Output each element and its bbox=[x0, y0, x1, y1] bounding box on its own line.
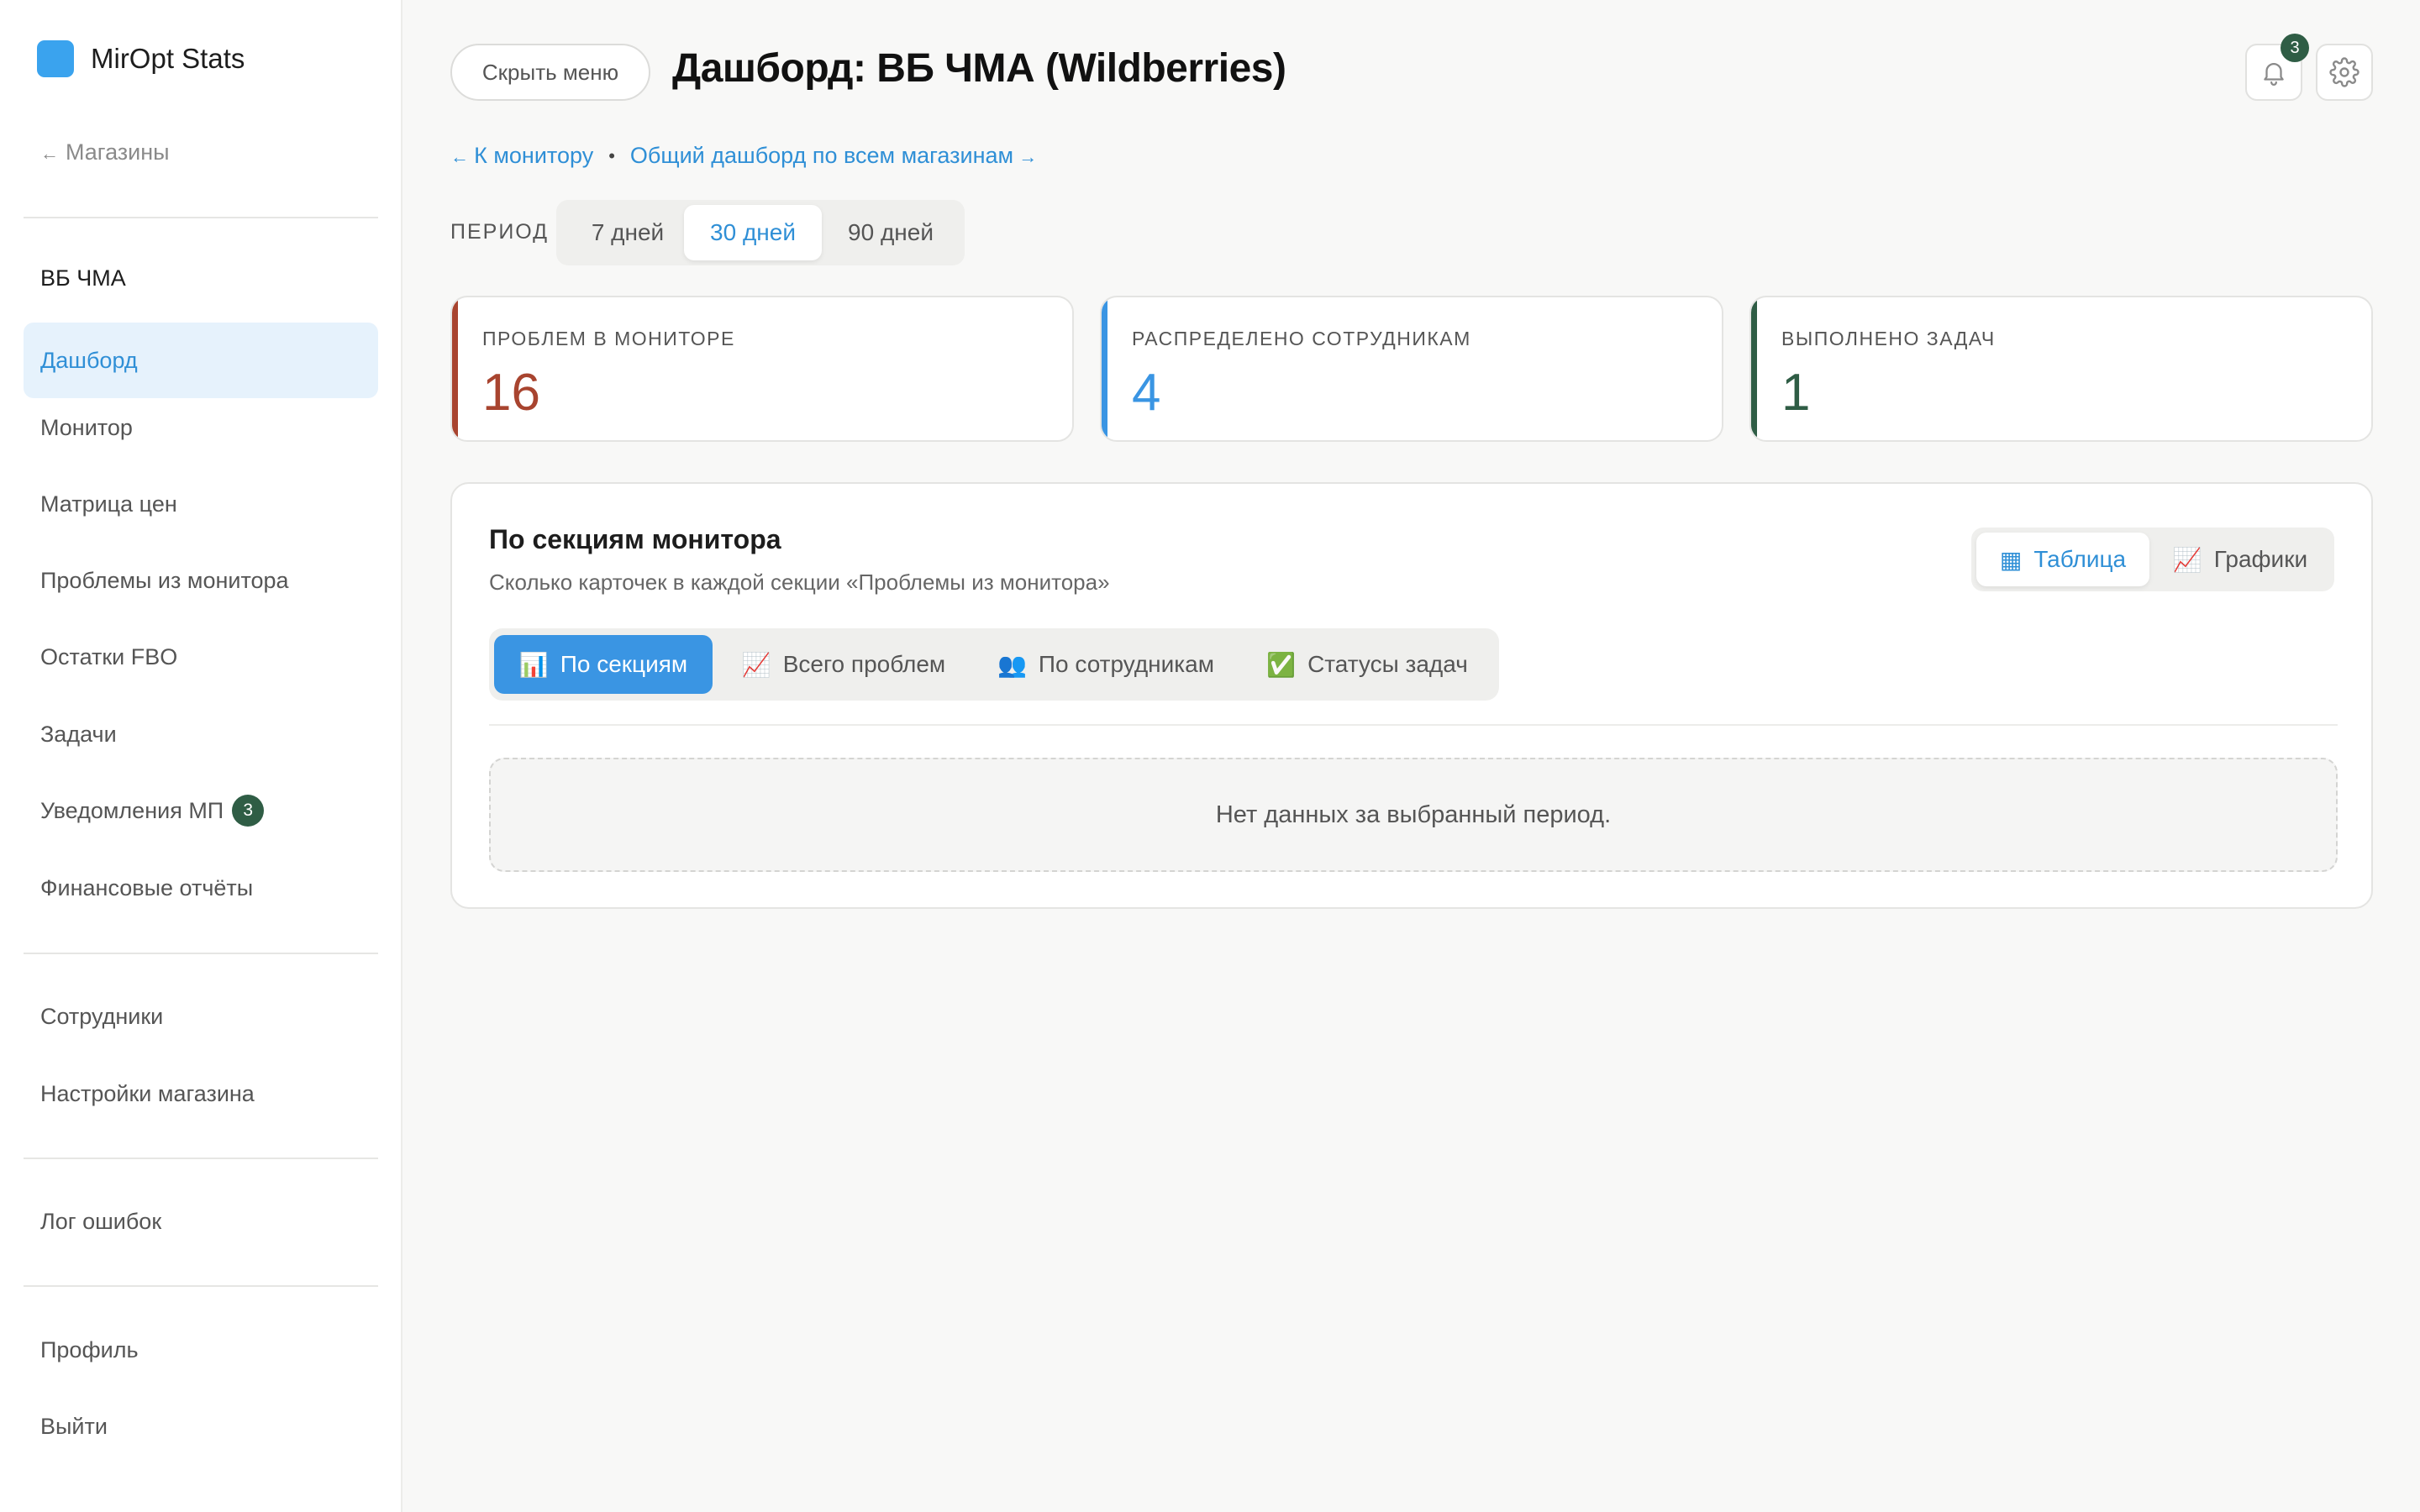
stat-value: 4 bbox=[1132, 364, 1161, 422]
settings-button[interactable] bbox=[2316, 44, 2373, 101]
sidebar-divider bbox=[24, 953, 378, 954]
sidebar-item-label: Выйти bbox=[40, 1413, 108, 1439]
period-option-30[interactable]: 30 дней bbox=[684, 205, 822, 260]
period-selector: 7 дней 30 дней 90 дней bbox=[556, 200, 965, 265]
brand-name: MirOpt Stats bbox=[91, 43, 245, 74]
stat-accent-bar bbox=[1102, 297, 1107, 440]
panel-title: По секциям монитора bbox=[489, 524, 781, 554]
view-option-label: Таблица bbox=[2033, 546, 2127, 572]
stat-label: ВЫПОЛНЕНО ЗАДАЧ bbox=[1781, 328, 1996, 349]
app: MirOpt Stats ← Магазины ВБ ЧМА Дашборд Мо… bbox=[0, 0, 2420, 1512]
table-icon: ▦ bbox=[1999, 546, 2023, 573]
panel-tabs: 📊 По секциям 📈 Всего проблем 👥 По сотруд… bbox=[489, 628, 1499, 701]
to-monitor-label: К монитору bbox=[474, 143, 594, 168]
check-mark-icon: ✅ bbox=[1266, 651, 1297, 678]
back-to-stores-link[interactable]: ← Магазины bbox=[40, 139, 170, 165]
sidebar-item-label: Дашборд bbox=[40, 347, 138, 373]
tab-label: По сотрудникам bbox=[1038, 651, 1214, 677]
store-name: ВБ ЧМА bbox=[40, 265, 126, 291]
view-toggle: ▦ Таблица 📈 Графики bbox=[1971, 528, 2334, 591]
tab-by-sections[interactable]: 📊 По секциям bbox=[494, 635, 713, 694]
sidebar-item-profile[interactable]: Профиль bbox=[24, 1312, 378, 1388]
tab-task-statuses[interactable]: ✅ Статусы задач bbox=[1242, 635, 1492, 694]
sidebar-item-price-matrix[interactable]: Матрица цен bbox=[24, 466, 378, 542]
sidebar-item-label: Проблемы из монитора bbox=[40, 567, 289, 593]
stat-accent-bar bbox=[452, 297, 458, 440]
brand[interactable]: MirOpt Stats bbox=[37, 40, 245, 77]
sidebar-item-dashboard[interactable]: Дашборд bbox=[24, 323, 378, 398]
overall-dashboard-label: Общий дашборд по всем магазинам bbox=[629, 143, 1014, 168]
sidebar-divider bbox=[24, 1285, 378, 1287]
breadcrumb-links: ← К монитору • Общий дашборд по всем маг… bbox=[450, 143, 1037, 169]
hide-menu-button[interactable]: Скрыть меню bbox=[450, 44, 650, 101]
sidebar-item-label: Задачи bbox=[40, 721, 117, 747]
stat-value: 1 bbox=[1781, 364, 1811, 422]
bar-chart-icon: 📊 bbox=[518, 651, 549, 678]
separator-dot: • bbox=[608, 144, 615, 166]
sidebar-item-label: Настройки магазина bbox=[40, 1080, 255, 1106]
period-option-7[interactable]: 7 дней bbox=[565, 205, 691, 260]
bell-icon bbox=[2264, 63, 2284, 86]
empty-state: Нет данных за выбранный период. bbox=[489, 758, 2338, 872]
stat-card-monitor-problems: ПРОБЛЕМ В МОНИТОРЕ 16 bbox=[450, 296, 1074, 442]
view-option-label: Графики bbox=[2213, 546, 2308, 572]
brand-logo bbox=[37, 40, 74, 77]
chart-increasing-icon: 📈 bbox=[741, 651, 771, 678]
page-title: Дашборд: ВБ ЧМА (Wildberries) bbox=[672, 46, 1286, 91]
arrow-left-icon: ← bbox=[450, 146, 475, 167]
gear-icon bbox=[2329, 57, 2360, 87]
monitor-sections-panel: По секциям монитора Сколько карточек в к… bbox=[450, 482, 2373, 909]
arrow-left-icon: ← bbox=[40, 143, 59, 164]
tab-label: Всего проблем bbox=[782, 651, 946, 677]
stat-label: ПРОБЛЕМ В МОНИТОРЕ bbox=[482, 328, 735, 349]
sidebar-item-label: Уведомления МП bbox=[40, 797, 224, 823]
sidebar-item-logout[interactable]: Выйти bbox=[24, 1389, 378, 1464]
stat-label: РАСПРЕДЕЛЕНО СОТРУДНИКАМ bbox=[1132, 328, 1471, 349]
people-icon: 👥 bbox=[997, 651, 1027, 678]
period-label: ПЕРИОД bbox=[450, 220, 550, 244]
sidebar-item-label: Матрица цен bbox=[40, 491, 177, 517]
overall-dashboard-link[interactable]: Общий дашборд по всем магазинам → bbox=[630, 143, 1037, 169]
period-option-90[interactable]: 90 дней bbox=[823, 205, 958, 260]
sidebar-item-error-log[interactable]: Лог ошибок bbox=[24, 1184, 378, 1259]
sidebar-item-label: Профиль bbox=[40, 1336, 139, 1362]
to-monitor-link[interactable]: ← К монитору bbox=[450, 143, 593, 169]
sidebar-divider bbox=[24, 1158, 378, 1159]
tab-label: Статусы задач bbox=[1307, 651, 1468, 677]
sidebar-item-store-settings[interactable]: Настройки магазина bbox=[24, 1056, 378, 1131]
stat-card-assigned: РАСПРЕДЕЛЕНО СОТРУДНИКАМ 4 bbox=[1100, 296, 1723, 442]
sidebar-item-label: Монитор bbox=[40, 414, 133, 440]
view-table-button[interactable]: ▦ Таблица bbox=[1976, 533, 2149, 586]
notification-count-badge: 3 bbox=[2281, 34, 2309, 62]
stat-card-completed: ВЫПОЛНЕНО ЗАДАЧ 1 bbox=[1749, 296, 2373, 442]
back-link-label: Магазины bbox=[66, 139, 170, 165]
tab-by-employees[interactable]: 👥 По сотрудникам bbox=[975, 635, 1237, 694]
chart-increasing-icon: 📈 bbox=[2172, 546, 2202, 573]
empty-state-text: Нет данных за выбранный период. bbox=[1215, 801, 1612, 828]
sidebar-item-employees[interactable]: Сотрудники bbox=[24, 979, 378, 1054]
arrow-right-icon: → bbox=[1013, 146, 1038, 167]
stat-value: 16 bbox=[482, 364, 540, 422]
view-charts-button[interactable]: 📈 Графики bbox=[2151, 533, 2329, 586]
sidebar-item-label: Остатки FBO bbox=[40, 643, 178, 669]
sidebar-item-label: Сотрудники bbox=[40, 1003, 164, 1029]
sidebar-item-mp-notifications[interactable]: Уведомления МП 3 bbox=[24, 773, 378, 848]
sidebar-item-label: Финансовые отчёты bbox=[40, 874, 254, 900]
stat-accent-bar bbox=[1751, 297, 1757, 440]
sidebar-item-fbo-stock[interactable]: Остатки FBO bbox=[24, 619, 378, 695]
notification-count-badge: 3 bbox=[232, 795, 265, 827]
sidebar-item-financial-reports[interactable]: Финансовые отчёты bbox=[24, 850, 378, 926]
sidebar-divider bbox=[24, 217, 378, 218]
sidebar: MirOpt Stats ← Магазины ВБ ЧМА Дашборд Мо… bbox=[0, 0, 402, 1512]
sidebar-item-tasks[interactable]: Задачи bbox=[24, 696, 378, 772]
sidebar-item-monitor[interactable]: Монитор bbox=[24, 390, 378, 465]
tab-total-problems[interactable]: 📈 Всего проблем bbox=[718, 635, 970, 694]
tab-label: По секциям bbox=[560, 651, 688, 677]
panel-divider bbox=[489, 724, 2338, 726]
panel-subtitle: Сколько карточек в каждой секции «Пробле… bbox=[489, 570, 1110, 595]
sidebar-item-monitor-problems[interactable]: Проблемы из монитора bbox=[24, 543, 378, 618]
sidebar-item-label: Лог ошибок bbox=[40, 1208, 162, 1234]
